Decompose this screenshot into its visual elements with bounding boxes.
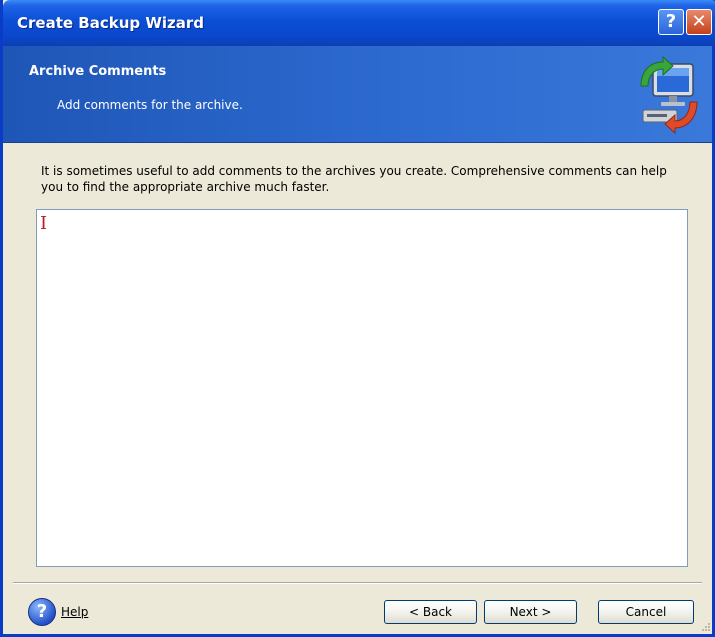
footer-divider (13, 582, 702, 584)
close-button[interactable]: ✕ (686, 9, 712, 35)
help-icon: ? (28, 598, 56, 626)
window-title: Create Backup Wizard (17, 14, 205, 32)
header-subtitle: Add comments for the archive. (57, 98, 243, 112)
help-label: Help (61, 605, 89, 619)
comment-textarea[interactable]: I (36, 209, 688, 567)
wizard-header: Archive Comments Add comments for the ar… (3, 46, 712, 143)
next-button[interactable]: Next > (484, 600, 577, 624)
back-button[interactable]: < Back (384, 600, 477, 624)
wizard-window: Create Backup Wizard ? ✕ Archive Comment… (0, 0, 715, 637)
title-help-button[interactable]: ? (658, 9, 684, 35)
help-link[interactable]: ? Help (28, 597, 88, 627)
text-caret: I (40, 213, 48, 234)
header-title: Archive Comments (29, 64, 167, 79)
title-bar[interactable]: Create Backup Wizard ? ✕ (3, 0, 715, 46)
computer-backup-icon (640, 56, 698, 134)
description-text: It is sometimes useful to add comments t… (41, 164, 667, 194)
cancel-button[interactable]: Cancel (598, 600, 694, 624)
resize-grip-icon[interactable] (701, 622, 711, 632)
